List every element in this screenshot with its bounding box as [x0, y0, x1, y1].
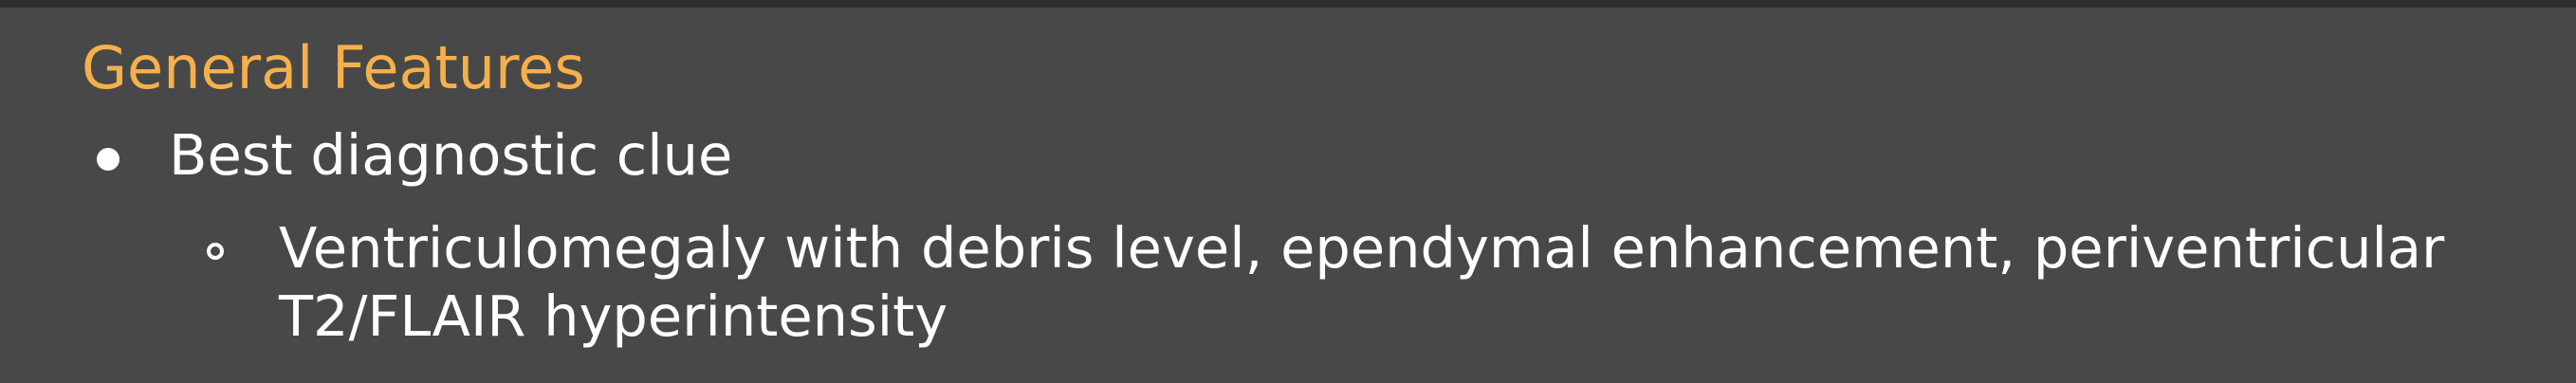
- sub-bullet-text: Ventriculomegaly with debris level, epen…: [279, 214, 2460, 351]
- section-heading: General Features: [82, 33, 585, 102]
- sub-bullet-item-findings: Ventriculomegaly with debris level, epen…: [0, 214, 2576, 356]
- bullet-text: Best diagnostic clue: [169, 122, 733, 188]
- sub-bullet-line-1: Ventriculomegaly with debris level, epen…: [279, 215, 2445, 281]
- sub-bullet-line-2: T2/FLAIR hyperintensity: [279, 283, 948, 349]
- hollow-bullet-icon: [207, 243, 224, 260]
- top-divider-strip: [0, 0, 2576, 8]
- filled-bullet-icon: [97, 148, 120, 171]
- bullet-item-best-diagnostic-clue: Best diagnostic clue: [0, 119, 2576, 192]
